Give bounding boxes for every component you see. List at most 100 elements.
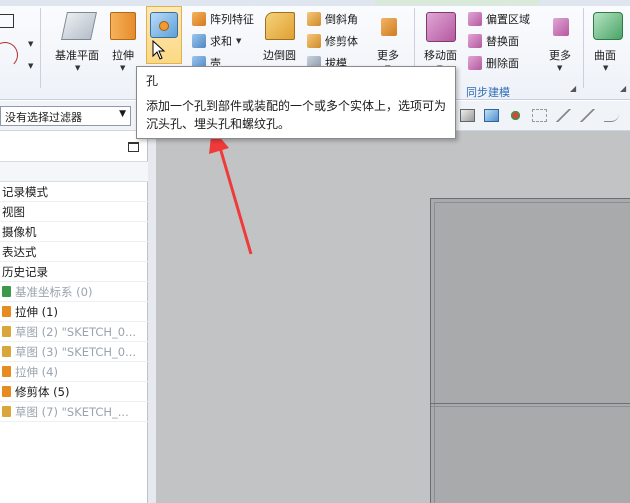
delete-face-button[interactable]: 删除面 bbox=[468, 55, 519, 71]
more-label-2: 更多 bbox=[549, 49, 571, 62]
unite-icon bbox=[192, 34, 206, 48]
navigator-row[interactable]: 摄像机 bbox=[0, 222, 148, 242]
chevron-down-icon[interactable]: ▼ bbox=[557, 64, 562, 72]
navigator-row[interactable]: 草图 (3) "SKETCH_0... bbox=[0, 342, 148, 362]
surface-icon bbox=[593, 12, 623, 40]
pattern-feature-icon bbox=[192, 12, 206, 26]
more-icon-2 bbox=[553, 18, 569, 36]
datum-plane-icon bbox=[61, 12, 97, 40]
edge-blend-label: 边倒圆 bbox=[263, 49, 296, 62]
chevron-down-icon: ▼ bbox=[119, 109, 126, 119]
maximize-icon[interactable] bbox=[128, 142, 139, 152]
navigator-row[interactable]: 拉伸 (4) bbox=[0, 362, 148, 382]
hole-tooltip: 孔 添加一个孔到部件或装配的一个或多个实体上，选项可为 沉头孔、埋头孔和螺纹孔。 bbox=[136, 66, 456, 139]
navigator-row[interactable]: 表达式 bbox=[0, 242, 148, 262]
extrude-label: 拉伸 bbox=[112, 49, 134, 62]
delete-face-icon bbox=[468, 56, 482, 70]
navigator-column-header[interactable] bbox=[0, 162, 148, 182]
navigator-row[interactable]: 拉伸 (1) bbox=[0, 302, 148, 322]
navigator-row-label: 草图 (7) "SKETCH_... bbox=[15, 404, 129, 419]
more-button-2[interactable]: 更多 ▼ bbox=[544, 8, 578, 78]
sketch-feature-icon bbox=[2, 406, 11, 417]
selection-filter-dropdown[interactable]: 没有选择过滤器 ▼ bbox=[0, 106, 131, 126]
trim-feature-icon bbox=[2, 386, 11, 397]
offset-region-button[interactable]: 偏置区域 bbox=[468, 11, 530, 27]
edge-blend-icon bbox=[265, 12, 295, 40]
ribbon-separator bbox=[583, 8, 584, 88]
extrude-icon bbox=[110, 12, 136, 40]
ribbon-separator bbox=[40, 8, 41, 88]
navigator-row-label: 基准坐标系 (0) bbox=[15, 284, 93, 299]
navigator-row-label: 视图 bbox=[2, 204, 25, 219]
navigator-row-label: 草图 (2) "SKETCH_0... bbox=[15, 324, 137, 339]
navigator-row-label: 草图 (3) "SKETCH_0... bbox=[15, 344, 137, 359]
curve-tool-icon[interactable] bbox=[604, 109, 619, 122]
trim-body-button[interactable]: 修剪体 bbox=[307, 33, 358, 49]
sketch-feature-icon bbox=[2, 346, 11, 357]
surface-label: 曲面 bbox=[594, 49, 616, 62]
navigator-row-label: 修剪体 (5) bbox=[15, 384, 70, 399]
navigator-row-label: 拉伸 (1) bbox=[15, 304, 58, 319]
unite-button[interactable]: 求和 ▼ bbox=[192, 33, 241, 49]
ribbon-highlight-strip bbox=[375, 0, 540, 5]
navigator-row[interactable]: 记录模式 bbox=[0, 182, 148, 202]
navigator-row-label: 表达式 bbox=[2, 244, 37, 259]
navigator-row[interactable]: 草图 (2) "SKETCH_0... bbox=[0, 322, 148, 342]
tooltip-description-line2: 沉头孔、埋头孔和螺纹孔。 bbox=[146, 117, 291, 131]
pattern-feature-button[interactable]: 阵列特征 bbox=[192, 11, 254, 27]
viewport-left-edge bbox=[148, 131, 156, 503]
tooltip-description-line1: 添加一个孔到部件或装配的一个或多个实体上，选项可为 bbox=[146, 99, 447, 113]
view-cube-icon[interactable] bbox=[460, 109, 475, 122]
datum-feature-icon bbox=[2, 286, 11, 297]
snap-toolbar bbox=[460, 109, 619, 122]
navigator-row[interactable]: 视图 bbox=[0, 202, 148, 222]
extrude-feature-icon bbox=[2, 366, 11, 377]
trim-body-label: 修剪体 bbox=[325, 35, 358, 48]
unite-label: 求和 bbox=[210, 35, 232, 48]
dropdown-arrow[interactable]: ▼ bbox=[28, 62, 33, 70]
move-face-label: 移动面 bbox=[424, 49, 457, 62]
selection-filter-value: 没有选择过滤器 bbox=[5, 111, 82, 124]
chevron-down-icon[interactable]: ▼ bbox=[236, 37, 241, 45]
snap-grid-icon[interactable] bbox=[532, 109, 547, 122]
solid-body-edge bbox=[431, 406, 630, 407]
trim-body-icon bbox=[307, 34, 321, 48]
solid-box-icon[interactable] bbox=[484, 109, 499, 122]
navigator-row[interactable]: 基准坐标系 (0) bbox=[0, 282, 148, 302]
navigator-row[interactable]: 修剪体 (5) bbox=[0, 382, 148, 402]
group-expand-arrow[interactable]: ◢ bbox=[570, 84, 576, 93]
chevron-down-icon[interactable]: ▼ bbox=[120, 64, 125, 72]
group-expand-arrow[interactable]: ◢ bbox=[620, 84, 626, 93]
dropdown-arrow[interactable]: ▼ bbox=[28, 40, 33, 48]
solid-body[interactable] bbox=[430, 198, 630, 503]
delete-face-label: 删除面 bbox=[486, 57, 519, 70]
sync-modeling-group-label: 同步建模 bbox=[466, 86, 510, 99]
more-icon bbox=[381, 18, 397, 36]
hole-icon bbox=[150, 12, 178, 38]
chevron-down-icon[interactable]: ▼ bbox=[603, 64, 608, 72]
datum-plane-label: 基准平面 bbox=[55, 49, 99, 62]
mouse-cursor-icon bbox=[152, 40, 166, 60]
replace-face-label: 替换面 bbox=[486, 35, 519, 48]
sketch-feature-icon bbox=[2, 326, 11, 337]
chamfer-button[interactable]: 倒斜角 bbox=[307, 11, 358, 27]
datum-plane-button[interactable]: 基准平面 ▼ bbox=[50, 8, 108, 78]
navigator-row-label: 历史记录 bbox=[2, 264, 48, 279]
navigator-row[interactable]: 草图 (7) "SKETCH_... bbox=[0, 402, 148, 422]
offset-region-icon bbox=[468, 12, 482, 26]
replace-face-button[interactable]: 替换面 bbox=[468, 33, 519, 49]
chevron-down-icon[interactable]: ▼ bbox=[75, 64, 80, 72]
offset-region-label: 偏置区域 bbox=[486, 13, 530, 26]
surface-button[interactable]: 曲面 ▼ bbox=[588, 8, 630, 78]
solid-body-edge bbox=[434, 202, 630, 503]
annotation-arrow bbox=[209, 128, 253, 255]
slash-tool-icon[interactable] bbox=[580, 109, 595, 122]
navigator-row[interactable]: 历史记录 bbox=[0, 262, 148, 282]
line-tool-icon[interactable] bbox=[556, 109, 571, 122]
solid-body-edge bbox=[431, 403, 630, 404]
more-label: 更多 bbox=[377, 49, 399, 62]
snap-point-icon[interactable] bbox=[508, 109, 523, 122]
sketch-rectangle-icon[interactable] bbox=[0, 14, 14, 28]
chamfer-label: 倒斜角 bbox=[325, 13, 358, 26]
move-face-icon bbox=[426, 12, 456, 42]
